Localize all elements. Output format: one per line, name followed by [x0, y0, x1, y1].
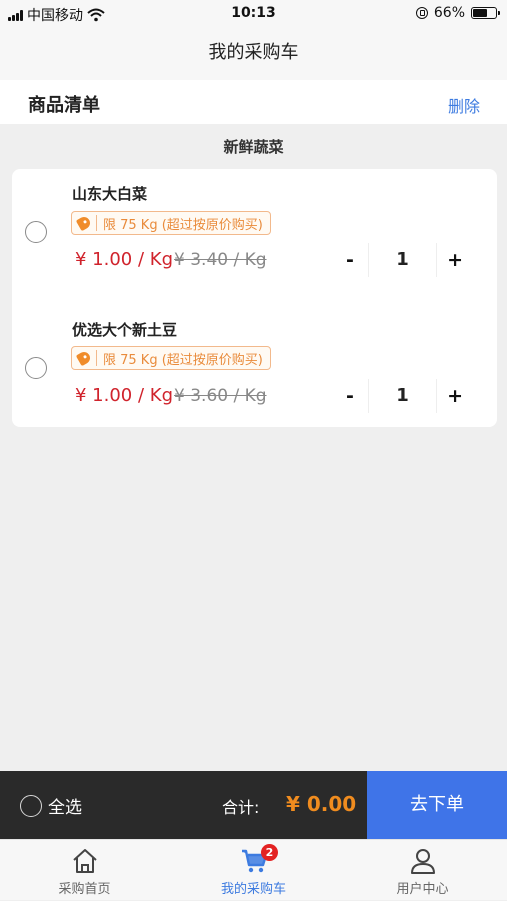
- user-icon: [411, 849, 435, 874]
- total-label: 合计:: [222, 798, 260, 817]
- limit-text: 限 75 Kg (超过按原价购买): [103, 217, 263, 233]
- cart-item: 山东大白菜 限 75 Kg (超过按原价购买) ¥ 1.00 / Kg ¥ 3.…: [12, 169, 497, 293]
- tab-user-center[interactable]: 用户中心: [338, 840, 507, 901]
- increase-button[interactable]: +: [440, 379, 470, 413]
- battery-percent: 66%: [433, 5, 465, 21]
- home-icon: [73, 849, 97, 873]
- tab-label: 用户中心: [396, 882, 449, 897]
- item-select-radio[interactable]: [25, 357, 47, 379]
- select-all-toggle[interactable]: 全选: [20, 793, 82, 818]
- list-title: 商品清单: [28, 95, 100, 116]
- item-price: ¥ 1.00 / Kg: [75, 249, 173, 270]
- checkout-bar: 全选 合计: ¥ 0.00 去下单: [0, 771, 507, 839]
- item-price: ¥ 1.00 / Kg: [75, 385, 173, 406]
- delete-button[interactable]: 删除: [448, 93, 480, 117]
- list-header: 商品清单 删除: [0, 80, 507, 124]
- limit-text: 限 75 Kg (超过按原价购买): [103, 352, 263, 368]
- item-name: 优选大个新土豆: [72, 321, 178, 339]
- select-all-label: 全选: [48, 798, 82, 818]
- tag-divider: [96, 350, 97, 366]
- decrease-button[interactable]: -: [335, 243, 365, 277]
- tab-cart[interactable]: 2 我的采购车: [169, 840, 338, 901]
- tab-home[interactable]: 采购首页: [0, 840, 169, 901]
- page-title: 我的采购车: [0, 28, 507, 80]
- orientation-lock-icon: [415, 7, 428, 19]
- quantity-stepper: - 1 +: [335, 379, 470, 413]
- place-order-button[interactable]: 去下单: [367, 771, 507, 839]
- tag-icon: [75, 214, 93, 232]
- quantity-value[interactable]: 1: [367, 379, 438, 413]
- limit-tag: 限 75 Kg (超过按原价购买): [71, 346, 271, 370]
- status-right: 66%: [415, 5, 500, 21]
- item-original-price: ¥ 3.60 / Kg: [174, 386, 267, 406]
- item-select-radio[interactable]: [25, 221, 47, 243]
- item-original-price: ¥ 3.40 / Kg: [174, 250, 267, 270]
- limit-tag: 限 75 Kg (超过按原价购买): [71, 211, 271, 235]
- total-amount: ¥ 0.00: [286, 792, 357, 816]
- tag-divider: [96, 215, 97, 231]
- tag-icon: [75, 349, 93, 367]
- tab-label: 采购首页: [58, 882, 111, 897]
- quantity-stepper: - 1 +: [335, 243, 470, 277]
- battery-icon: [471, 7, 500, 19]
- cart-item: 优选大个新土豆 限 75 Kg (超过按原价购买) ¥ 1.00 / Kg ¥ …: [12, 305, 497, 429]
- quantity-value[interactable]: 1: [367, 243, 438, 277]
- tab-bar: 采购首页 2 我的采购车 用户中心: [0, 839, 507, 900]
- increase-button[interactable]: +: [440, 243, 470, 277]
- cart-items-card: 山东大白菜 限 75 Kg (超过按原价购买) ¥ 1.00 / Kg ¥ 3.…: [12, 169, 497, 427]
- category-title: 新鲜蔬菜: [223, 138, 284, 156]
- decrease-button[interactable]: -: [335, 379, 365, 413]
- status-bar: 中国移动 10:13 66%: [0, 0, 507, 28]
- tab-label: 我的采购车: [220, 882, 286, 897]
- cart-badge: 2: [261, 844, 278, 861]
- select-all-radio[interactable]: [20, 794, 42, 817]
- battery-fill: [473, 9, 487, 17]
- item-name: 山东大白菜: [72, 185, 148, 203]
